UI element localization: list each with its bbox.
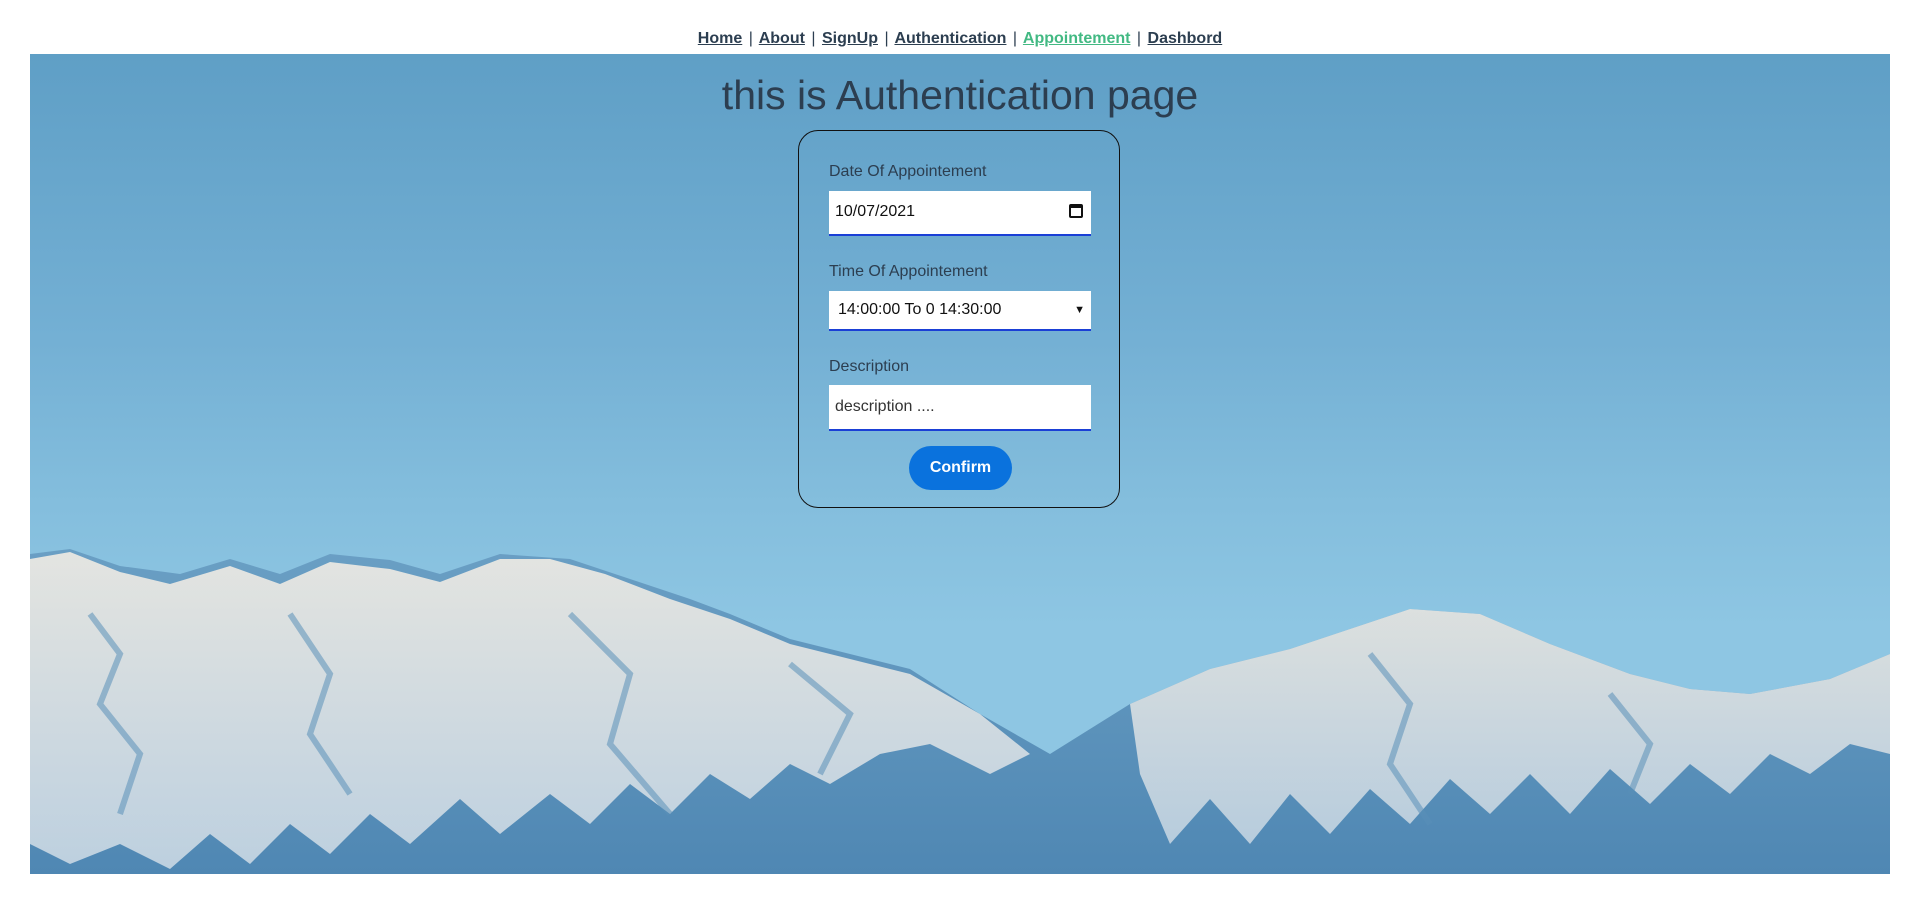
nav-separator: | [811, 30, 816, 47]
description-placeholder: description .... [835, 398, 935, 415]
appointment-form: Date Of Appointement 10/07/2021 Time Of … [798, 130, 1120, 508]
nav-separator: | [884, 30, 889, 47]
page-title: this is Authentication page [721, 72, 1199, 118]
description-input[interactable]: description .... [829, 385, 1091, 431]
calendar-icon[interactable] [1069, 204, 1083, 218]
date-value: 10/07/2021 [835, 203, 916, 220]
chevron-down-icon[interactable]: ▼ [1074, 304, 1085, 316]
nav-link-authentication[interactable]: Authentication [894, 30, 1006, 47]
nav-link-dashbord[interactable]: Dashbord [1148, 30, 1223, 47]
confirm-button[interactable]: Confirm [909, 446, 1012, 490]
nav-separator: | [748, 30, 753, 47]
date-label: Date Of Appointement [829, 163, 987, 180]
nav-link-appointement[interactable]: Appointement [1023, 30, 1131, 47]
nav-link-about[interactable]: About [759, 30, 805, 47]
nav-separator: | [1136, 30, 1142, 47]
top-nav: Home | About | SignUp | Authentication |… [0, 30, 1920, 48]
date-input[interactable]: 10/07/2021 [829, 191, 1091, 236]
time-select[interactable]: 14:00:00 To 0 14:30:00 ▼ [829, 291, 1091, 331]
nav-separator: | [1012, 30, 1018, 47]
time-label: Time Of Appointement [829, 263, 988, 280]
nav-link-signup[interactable]: SignUp [822, 30, 878, 47]
nav-link-home[interactable]: Home [698, 30, 742, 47]
time-selected-value: 14:00:00 To 0 14:30:00 [838, 301, 1002, 318]
description-label: Description [829, 358, 910, 375]
